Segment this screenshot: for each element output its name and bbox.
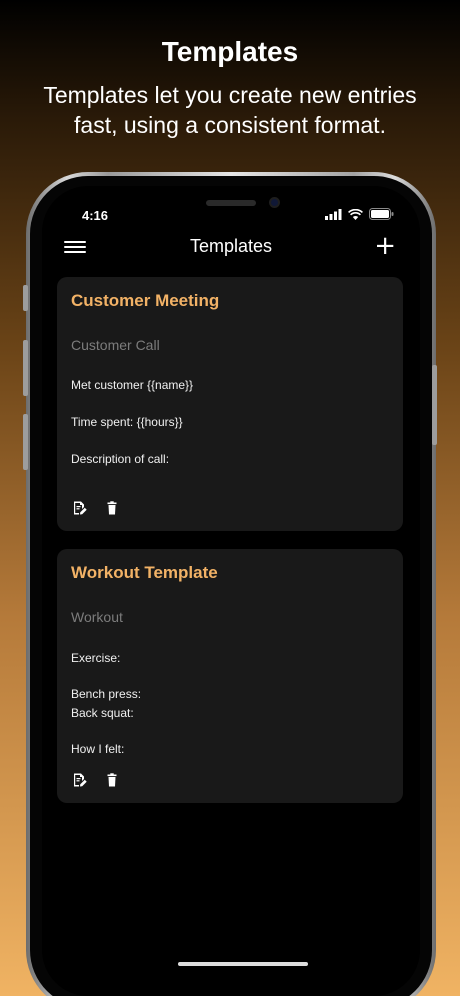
wifi-icon <box>348 208 363 220</box>
volume-up-button <box>23 340 28 396</box>
status-icons <box>325 208 394 220</box>
template-card[interactable]: Workout Template Workout Exercise: Bench… <box>57 549 403 803</box>
home-indicator[interactable] <box>178 962 308 966</box>
volume-down-button <box>23 414 28 470</box>
template-line: Bench press: <box>71 687 142 701</box>
add-template-button[interactable]: + <box>374 231 396 261</box>
template-line: Met customer {{name}} <box>71 378 194 392</box>
delete-icon[interactable] <box>105 501 119 515</box>
cellular-icon <box>325 208 342 220</box>
template-card[interactable]: Customer Meeting Customer Call Met custo… <box>57 277 403 531</box>
front-camera <box>269 197 280 208</box>
delete-icon[interactable] <box>105 773 119 787</box>
edit-icon[interactable] <box>73 773 87 787</box>
template-line: How I felt: <box>71 742 125 756</box>
template-title: Customer Meeting <box>71 291 220 310</box>
mute-switch <box>23 285 28 311</box>
promo-subline: Templates let you create new entries fas… <box>43 82 417 138</box>
template-line: Back squat: <box>71 706 134 720</box>
template-line: Description of call: <box>71 452 170 466</box>
template-title: Workout Template <box>71 563 218 582</box>
template-line: Exercise: <box>71 651 121 665</box>
speaker-grille <box>206 200 256 206</box>
nav-bar: Templates + <box>42 231 420 272</box>
power-button <box>432 365 437 445</box>
status-time: 4:16 <box>82 208 109 223</box>
template-subtitle: Customer Call <box>71 337 160 353</box>
nav-title: Templates <box>189 236 273 256</box>
promo-headline: Templates <box>161 36 299 67</box>
phone-screen: 4:16 Templates + Customer Meeting Custom… <box>42 186 420 996</box>
battery-icon <box>369 208 394 220</box>
edit-icon[interactable] <box>73 501 87 515</box>
template-subtitle: Workout <box>71 609 123 625</box>
template-line: Time spent: {{hours}} <box>71 415 183 429</box>
